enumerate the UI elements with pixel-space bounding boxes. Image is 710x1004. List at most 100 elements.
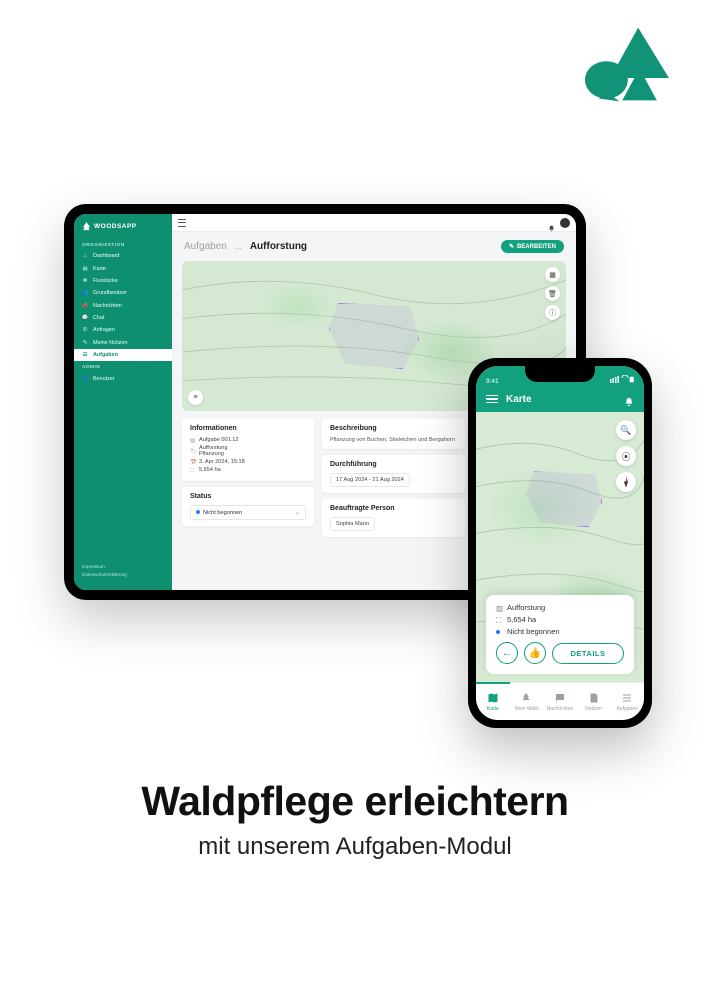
compass-icon[interactable] [616,472,636,492]
area-icon: ⛶ [496,616,503,623]
card-status: Status Nicht begonnen ⌄ [182,487,314,526]
sidebar-item-chat[interactable]: 💬Chat [74,312,172,324]
tab-nachrichten[interactable]: Nachrichten [543,683,577,720]
phone-tabbar: Karte Mein Wald Nachrichten Notizen Aufg… [476,682,644,720]
map-layers-button[interactable]: ≡ [188,390,203,405]
sidebar-section-organization: ORGANIZATION [74,239,172,250]
tab-mein-wald[interactable]: Mein Wald [510,683,544,720]
chevron-right-icon: → [233,241,244,253]
breadcrumb-parent[interactable]: Aufgaben [184,241,227,252]
description-text: Pflanzung von Buchen, Stieleichen und Be… [330,437,457,443]
map-delete-button[interactable]: 🗑 [545,286,560,301]
privacy-link[interactable]: Datenschutzerklärung [82,571,164,580]
card-beschreibung: Beschreibung Pflanzung von Buchen, Stiel… [322,419,465,449]
assignee-chip[interactable]: Sophia Mann [330,517,375,531]
avatar[interactable] [560,218,570,228]
tab-notizen[interactable]: Notizen [577,683,611,720]
popup-like-button[interactable]: 👍 [524,642,546,664]
headline-subtitle: mit unserem Aufgaben-Modul [0,833,710,861]
note-icon [588,692,600,704]
card-durchfuehrung: Durchführung 17 Aug 2024 - 21 Aug 2024 [322,455,465,493]
sidebar-item-karte[interactable]: ▤Karte [74,262,172,274]
card-beauftragte-person: Beauftragte Person Sophia Mann [322,499,465,537]
bell-icon[interactable] [548,219,555,226]
popup-back-button[interactable]: ← [496,642,518,664]
chat-icon: 💬 [82,315,88,321]
list-icon: ☰ [82,352,88,358]
brand-tree-logo [578,22,674,106]
phone-device: 9:41 Karte [468,358,652,728]
brand-name: WOODSAPP [94,223,137,230]
phone-map-tools: 🔍 ⦿ [616,420,636,492]
phone-screen: 9:41 Karte [476,366,644,720]
sidebar-brand: WOODSAPP [74,220,172,239]
card-heading: Informationen [190,425,306,432]
impressum-link[interactable]: Impressum [82,563,164,572]
tree-icon [520,692,532,704]
card-heading: Beauftragte Person [330,505,457,512]
phone-map-popup: ▧Aufforstung ⛶5,654 ha Nicht begonnen ← … [486,595,634,674]
users-icon: 👥 [82,290,88,296]
tag-icon: 🏷 [190,449,195,454]
edit-button[interactable]: ✎ BEARBEITEN [501,240,564,253]
tree-icon: ❋ [82,278,88,284]
popup-details-button[interactable]: DETAILS [552,643,624,664]
note-icon: ✎ [82,340,88,346]
sidebar-item-anfragen[interactable]: ✆Anfragen [74,324,172,336]
tab-karte[interactable]: Karte [476,682,510,720]
map-search-button[interactable]: 🔍 [616,420,636,440]
hamburger-icon[interactable] [178,219,186,227]
sidebar-item-benutzer[interactable]: 👤Benutzer [74,372,172,384]
map-icon [487,692,499,704]
sidebar-item-meine-notizen[interactable]: ✎Meine Notizen [74,337,172,349]
tab-aufgaben[interactable]: Aufgaben [610,683,644,720]
map-parcel-polygon[interactable] [329,303,419,369]
sidebar-item-aufgaben[interactable]: ☰Aufgaben [74,349,172,361]
chevron-down-icon: ⌄ [295,509,300,516]
card-heading: Beschreibung [330,425,457,432]
tag-icon: ▧ [496,604,503,611]
sidebar-item-nachrichten[interactable]: 📣Nachrichten [74,300,172,312]
chat-icon [554,692,566,704]
map-icon: ▤ [82,266,88,272]
breadcrumb: Aufgaben → Aufforstung ✎ BEARBEITEN [172,232,576,257]
map-info-button[interactable]: ⓘ [545,305,560,320]
card-informationen: Informationen ▧Aufgabe 001.12 🏷 Aufforst… [182,419,314,481]
duration-chip[interactable]: 17 Aug 2024 - 21 Aug 2024 [330,473,410,487]
status-select[interactable]: Nicht begonnen ⌄ [190,505,306,520]
hash-icon: ▧ [190,438,195,443]
phone-map[interactable]: 🔍 ⦿ ▧Aufforstung ⛶5,654 ha Nicht begonne… [476,412,644,682]
pencil-icon: ✎ [509,243,514,250]
card-heading: Status [190,493,306,500]
user-icon: 👤 [82,376,88,382]
map-tool-group: ▦ 🗑 ⓘ [545,267,560,320]
sidebar-item-grundbesitzer[interactable]: 👥Grundbesitzer [74,287,172,299]
list-icon [621,692,633,704]
calendar-icon: 📅 [190,460,195,465]
map-locate-button[interactable]: ⦿ [616,446,636,466]
sidebar: WOODSAPP ORGANIZATION ⌂Dashboard ▤Karte … [74,214,172,590]
brand-tree-icon [82,222,91,231]
bell-icon[interactable] [624,394,634,404]
phone-notch [525,366,595,382]
hamburger-icon[interactable] [486,395,498,403]
sidebar-section-admin: ADMIN [74,361,172,372]
edit-button-label: BEARBEITEN [517,244,556,250]
marketing-headline: Waldpflege erleichtern mit unserem Aufga… [0,778,710,861]
map-parcel-polygon[interactable] [526,471,602,527]
headline-title: Waldpflege erleichtern [0,778,710,825]
sidebar-item-dashboard[interactable]: ⌂Dashboard [74,250,172,262]
breadcrumb-current: Aufforstung [250,241,307,252]
status-dot-icon [196,510,200,514]
status-dot-icon [496,630,500,634]
megaphone-icon: 📣 [82,303,88,309]
sidebar-item-flurstuecke[interactable]: ❋Flurstücke [74,275,172,287]
map-basemap-button[interactable]: ▦ [545,267,560,282]
topbar [172,214,576,232]
status-time: 9:41 [486,378,499,385]
sidebar-footer: Impressum Datenschutzerklärung [74,557,172,590]
phone-icon: ✆ [82,327,88,333]
phone-header-title: Karte [506,394,532,405]
phone-header: Karte [476,386,644,412]
card-heading: Durchführung [330,461,457,468]
